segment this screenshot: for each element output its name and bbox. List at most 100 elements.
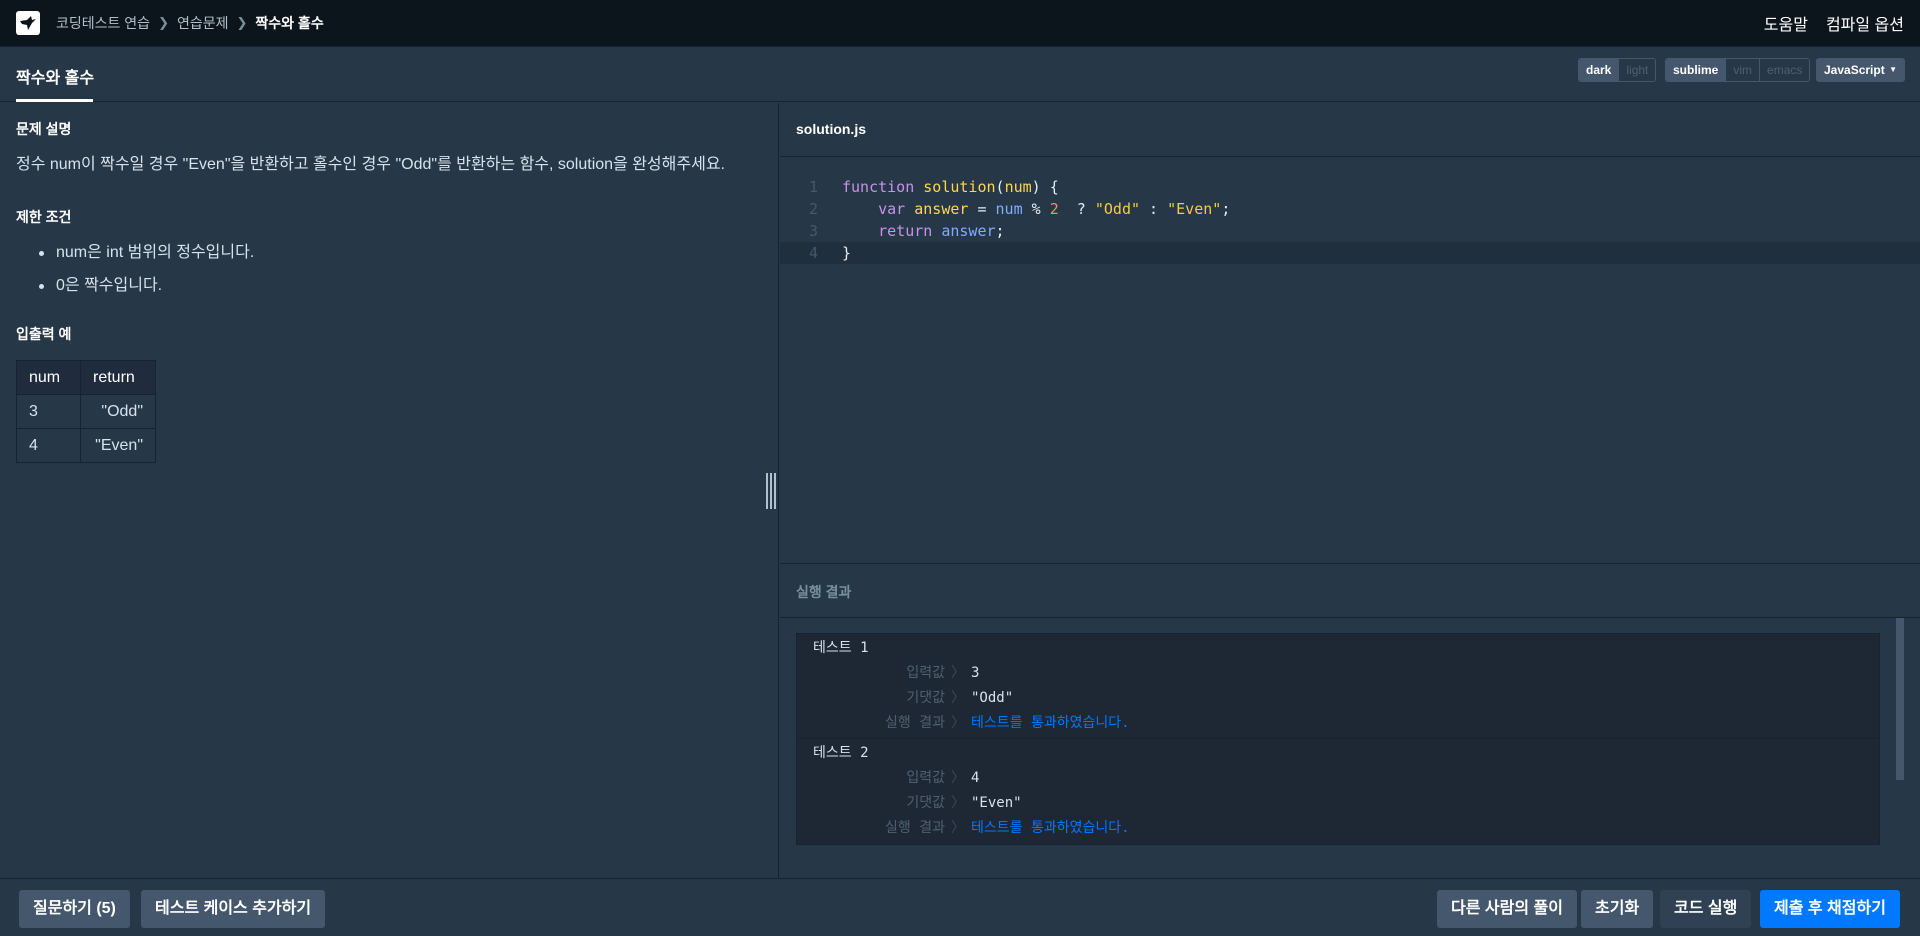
code-token: : xyxy=(1140,200,1168,218)
breadcrumb-practice[interactable]: 연습문제 xyxy=(177,13,229,33)
table-header-row: num return xyxy=(16,360,156,395)
add-testcase-button[interactable]: 테스트 케이스 추가하기 xyxy=(141,890,326,928)
editor-filename: solution.js xyxy=(780,103,1920,157)
theme-light-button[interactable]: light xyxy=(1618,59,1655,81)
arrow-icon: 〉 xyxy=(951,795,965,811)
bottom-action-bar: 질문하기 (5) 테스트 케이스 추가하기 다른 사람의 풀이 초기화 코드 실… xyxy=(0,878,1920,936)
tab-bar: 짝수와 홀수 dark light sublime vim emacs Java… xyxy=(0,48,1920,102)
table-cell: "Odd" xyxy=(80,394,156,429)
row-value: "Even" xyxy=(971,795,1022,811)
row-label: 실행 결과 xyxy=(885,715,945,731)
code-token: num xyxy=(995,200,1023,218)
code-line[interactable]: 2 var answer = num % 2 ? "Odd" : "Even"; xyxy=(780,198,1920,220)
code-token: ; xyxy=(995,222,1005,240)
programmers-logo-icon[interactable] xyxy=(16,11,40,35)
test-case-title: 테스트 1 xyxy=(813,640,869,656)
table-cell: 4 xyxy=(16,428,81,463)
keymap-vim-button[interactable]: vim xyxy=(1725,59,1759,81)
code-token: "Odd" xyxy=(1094,200,1141,218)
theme-dark-button[interactable]: dark xyxy=(1579,59,1619,81)
results-heading: 실행 결과 xyxy=(780,563,1920,618)
code-token: num xyxy=(1004,178,1032,196)
examples-table: num return 3 "Odd" 4 "Even" xyxy=(16,360,156,463)
code-token: ) { xyxy=(1031,178,1059,196)
results-panel: 테스트 1 입력값 〉 3 기댓값 〉 "Odd" 실행 결과 〉 테스트를 통과하였습니다… xyxy=(796,633,1880,845)
theme-toggle: dark light xyxy=(1578,58,1657,82)
arrow-icon: 〉 xyxy=(951,715,965,731)
code-line[interactable]: 3 return answer; xyxy=(780,220,1920,242)
ask-question-button[interactable]: 질문하기 (5) xyxy=(19,890,130,928)
code-editor[interactable]: 1 function solution(num) { 2 var answer … xyxy=(780,158,1920,563)
breadcrumb-current: 짝수와 홀수 xyxy=(255,15,324,31)
row-label: 입력값 xyxy=(906,770,945,786)
code-token: % xyxy=(1022,200,1050,218)
line-number: 4 xyxy=(808,244,818,262)
code-token: return xyxy=(878,222,933,240)
code-token: 2 xyxy=(1049,200,1059,218)
row-value: 테스트를 통과하였습니다. xyxy=(971,715,1130,731)
test-case: 테스트 2 입력값 〉 4 기댓값 〉 "Even" 실행 결과 〉 테스트를 통과하였습니… xyxy=(797,739,1879,844)
chevron-right-icon: ❯ xyxy=(236,15,248,30)
keymap-sublime-button[interactable]: sublime xyxy=(1666,59,1726,81)
submit-button[interactable]: 제출 후 채점하기 xyxy=(1760,890,1900,928)
language-select[interactable]: JavaScript ▼ xyxy=(1816,58,1905,82)
run-code-button[interactable]: 코드 실행 xyxy=(1660,890,1752,928)
code-token: = xyxy=(968,200,996,218)
line-number: 1 xyxy=(808,178,818,196)
code-token: solution xyxy=(923,178,996,196)
code-line-active[interactable]: 4 } xyxy=(780,242,1920,264)
breadcrumb-coding-test[interactable]: 코딩테스트 연습 xyxy=(56,13,150,33)
help-link[interactable]: 도움말 xyxy=(1764,11,1808,35)
list-item: 0은 짝수입니다. xyxy=(16,276,762,296)
reset-button[interactable]: 초기화 xyxy=(1581,890,1654,928)
table-row: 4 "Even" xyxy=(16,428,156,463)
code-token: "Even" xyxy=(1167,200,1222,218)
test-expected-row: 기댓값 〉 "Even" xyxy=(813,793,1863,818)
test-result-row: 실행 결과 〉 테스트를 통과하였습니다. xyxy=(813,713,1863,738)
results-scrollbar[interactable] xyxy=(1896,618,1904,780)
table-cell: "Even" xyxy=(80,428,156,463)
constraints-heading: 제한 조건 xyxy=(16,209,72,225)
description-heading: 문제 설명 xyxy=(16,121,72,137)
column-header: return xyxy=(80,360,156,395)
list-item: num은 int 범위의 정수입니다. xyxy=(16,243,762,263)
code-token: } xyxy=(842,244,852,262)
test-result-row: 실행 결과 〉 테스트를 통과하였습니다. xyxy=(813,818,1863,843)
test-expected-row: 기댓값 〉 "Odd" xyxy=(813,688,1863,713)
others-solutions-button[interactable]: 다른 사람의 풀이 xyxy=(1437,890,1577,928)
row-value: "Odd" xyxy=(971,690,1014,706)
vertical-resize-handle[interactable] xyxy=(766,473,776,509)
column-header: num xyxy=(16,360,81,395)
row-label: 실행 결과 xyxy=(885,820,945,836)
code-token: answer xyxy=(914,200,969,218)
arrow-icon: 〉 xyxy=(951,770,965,786)
breadcrumb: 코딩테스트 연습 ❯ 연습문제 ❯ 짝수와 홀수 xyxy=(56,13,324,33)
code-token: function xyxy=(842,178,915,196)
test-input-row: 입력값 〉 3 xyxy=(813,663,1863,688)
problem-panel: 문제 설명 정수 num이 짝수일 경우 "Even"을 반환하고 홀수인 경우… xyxy=(0,103,779,878)
language-select-value: JavaScript xyxy=(1824,63,1885,77)
code-token: ? xyxy=(1058,200,1095,218)
row-value: 테스트를 통과하였습니다. xyxy=(971,820,1130,836)
keymap-toggle: sublime vim emacs xyxy=(1665,58,1811,82)
code-token: ( xyxy=(995,178,1005,196)
compile-options-link[interactable]: 컴파일 옵션 xyxy=(1826,11,1904,35)
keymap-emacs-button[interactable]: emacs xyxy=(1759,59,1809,81)
code-line[interactable]: 1 function solution(num) { xyxy=(780,176,1920,198)
tab-problem[interactable]: 짝수와 홀수 xyxy=(16,64,94,88)
problem-description: 정수 num이 짝수일 경우 "Even"을 반환하고 홀수인 경우 "Odd"… xyxy=(16,156,725,173)
arrow-icon: 〉 xyxy=(951,690,965,706)
row-label: 기댓값 xyxy=(906,795,945,811)
row-label: 입력값 xyxy=(906,665,945,681)
code-token: answer xyxy=(941,222,996,240)
row-label: 기댓값 xyxy=(906,690,945,706)
arrow-icon: 〉 xyxy=(951,665,965,681)
top-navbar: 코딩테스트 연습 ❯ 연습문제 ❯ 짝수와 홀수 도움말 컴파일 옵션 xyxy=(0,0,1920,47)
line-number: 2 xyxy=(808,200,818,218)
constraints-list: num은 int 범위의 정수입니다. 0은 짝수입니다. xyxy=(16,243,762,296)
arrow-icon: 〉 xyxy=(951,820,965,836)
